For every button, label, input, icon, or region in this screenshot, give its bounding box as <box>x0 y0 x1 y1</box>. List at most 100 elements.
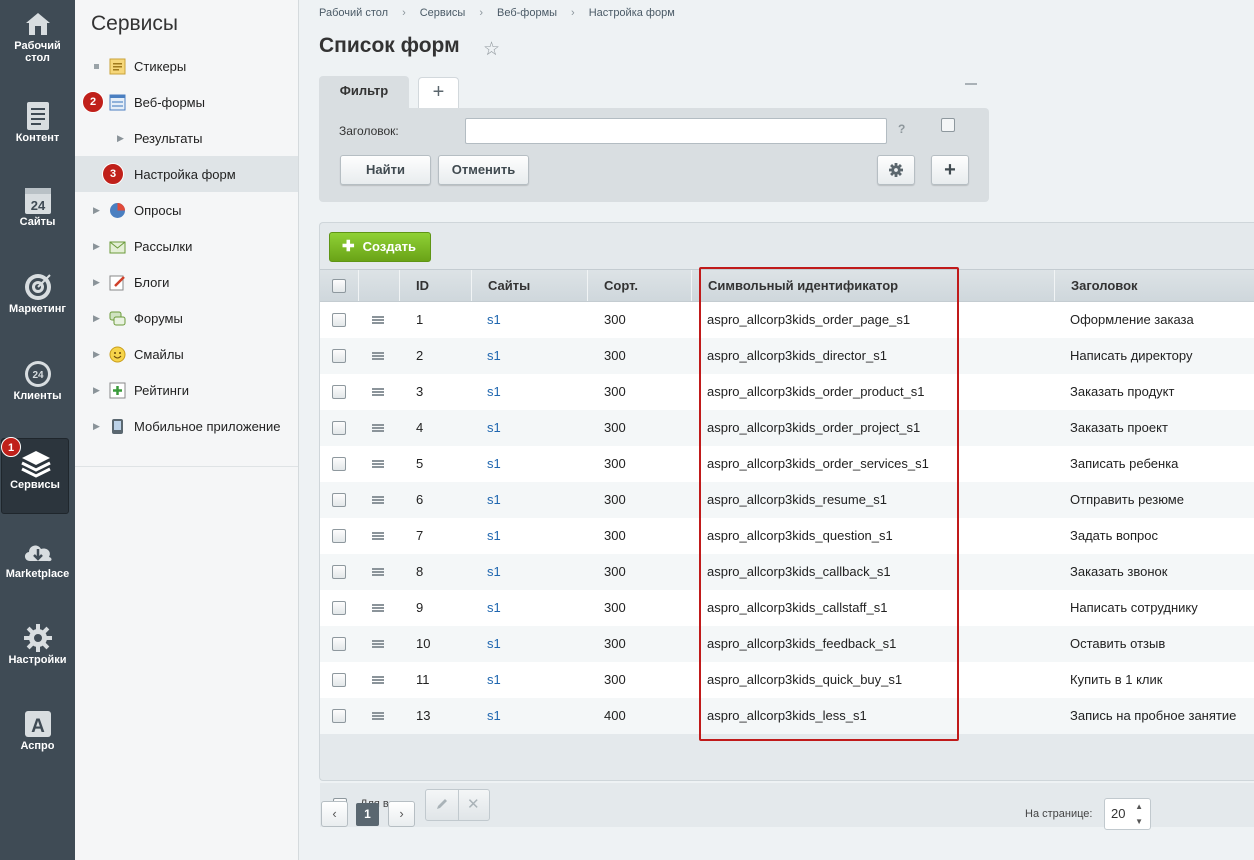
header-sort[interactable]: Сорт. <box>588 270 692 301</box>
favorite-star-icon[interactable]: ☆ <box>483 38 500 61</box>
row-menu-icon[interactable] <box>372 352 384 360</box>
row-menu-icon[interactable] <box>372 388 384 396</box>
submenu-item-webforms[interactable]: 2 Веб-формы <box>75 84 298 120</box>
expand-arrow-icon[interactable]: ▶ <box>93 277 100 288</box>
title-filter-input[interactable] <box>465 118 887 144</box>
expand-arrow-icon[interactable]: ▶ <box>93 385 100 396</box>
row-menu-icon[interactable] <box>372 640 384 648</box>
current-page[interactable]: 1 <box>356 803 379 826</box>
expand-arrow-icon[interactable]: ▶ <box>93 349 100 360</box>
submenu-item-form-settings[interactable]: 3 Настройка форм <box>75 156 298 192</box>
cell-site-link[interactable]: s1 <box>487 662 501 698</box>
row-checkbox[interactable] <box>332 529 346 543</box>
nav-marketplace[interactable]: Marketplace <box>0 528 75 606</box>
breadcrumb-current[interactable]: Настройка форм <box>589 7 675 19</box>
nav-aspro[interactable]: A Аспро <box>0 700 75 778</box>
table-row[interactable]: 11 s1 300 aspro_allcorp3kids_quick_buy_s1 Ку… <box>320 662 1254 698</box>
table-row[interactable]: 6 s1 300 aspro_allcorp3kids_resume_s1 Отправ… <box>320 482 1254 518</box>
submenu-item-ratings[interactable]: ▶ Рейтинги <box>75 372 298 408</box>
row-menu-icon[interactable] <box>372 496 384 504</box>
nav-desktop[interactable]: Рабочий стол <box>0 0 75 78</box>
submenu-item-blogs[interactable]: ▶ Блоги <box>75 264 298 300</box>
header-id[interactable]: ID <box>400 270 472 301</box>
cell-site-link[interactable]: s1 <box>487 338 501 374</box>
per-page-select[interactable]: 20 ▲ ▼ <box>1104 798 1151 830</box>
table-row[interactable]: 4 s1 300 aspro_allcorp3kids_order_project_s… <box>320 410 1254 446</box>
header-sites[interactable]: Сайты <box>472 270 588 301</box>
row-menu-icon[interactable] <box>372 712 384 720</box>
table-row[interactable]: 10 s1 300 aspro_allcorp3kids_feedback_s1 Ост… <box>320 626 1254 662</box>
header-code[interactable]: Символьный идентификатор <box>692 270 1055 301</box>
cell-site-link[interactable]: s1 <box>487 698 501 734</box>
cell-site-link[interactable]: s1 <box>487 626 501 662</box>
expand-arrow-icon[interactable]: ▶ <box>93 313 100 324</box>
submenu-item-polls[interactable]: ▶ Опросы <box>75 192 298 228</box>
row-checkbox[interactable] <box>332 673 346 687</box>
submenu-item-smileys[interactable]: ▶ Смайлы <box>75 336 298 372</box>
next-page-button[interactable]: › <box>388 801 415 827</box>
cell-site-link[interactable]: s1 <box>487 590 501 626</box>
row-checkbox[interactable] <box>332 709 346 723</box>
cell-site-link[interactable]: s1 <box>487 482 501 518</box>
create-button[interactable]: ✚ Создать <box>329 232 431 262</box>
header-select-all[interactable] <box>320 270 359 301</box>
submenu-item-stickers[interactable]: Стикеры <box>75 48 298 84</box>
header-title[interactable]: Заголовок <box>1055 270 1254 301</box>
cell-site-link[interactable]: s1 <box>487 410 501 446</box>
row-checkbox[interactable] <box>332 349 346 363</box>
submenu-item-results[interactable]: ▶ Результаты <box>75 120 298 156</box>
row-menu-icon[interactable] <box>372 424 384 432</box>
filter-field-checkbox[interactable] <box>941 118 955 132</box>
cancel-button[interactable]: Отменить <box>438 155 529 185</box>
edit-button[interactable] <box>435 797 449 814</box>
add-filter-tab-button[interactable]: + <box>418 77 459 108</box>
expand-arrow-icon[interactable]: ▶ <box>117 133 124 144</box>
row-checkbox[interactable] <box>332 385 346 399</box>
breadcrumb-link[interactable]: Сервисы <box>420 7 466 19</box>
row-menu-icon[interactable] <box>372 460 384 468</box>
expand-arrow-icon[interactable]: ▶ <box>93 241 100 252</box>
submenu-item-mobile-app[interactable]: ▶ Мобильное приложение <box>75 408 298 444</box>
row-checkbox[interactable] <box>332 313 346 327</box>
nav-settings[interactable]: Настройки <box>0 614 75 692</box>
nav-clients[interactable]: 24 Клиенты <box>0 350 75 428</box>
table-row[interactable]: 2 s1 300 aspro_allcorp3kids_director_s1 Напи… <box>320 338 1254 374</box>
table-row[interactable]: 3 s1 300 aspro_allcorp3kids_order_product_s… <box>320 374 1254 410</box>
row-menu-icon[interactable] <box>372 676 384 684</box>
expand-arrow-icon[interactable]: ▶ <box>93 205 100 216</box>
submenu-item-mailings[interactable]: ▶ Рассылки <box>75 228 298 264</box>
add-filter-field-button[interactable]: + <box>931 155 969 185</box>
cell-site-link[interactable]: s1 <box>487 374 501 410</box>
table-row[interactable]: 7 s1 300 aspro_allcorp3kids_question_s1 Зада… <box>320 518 1254 554</box>
row-checkbox[interactable] <box>332 565 346 579</box>
cell-site-link[interactable]: s1 <box>487 554 501 590</box>
cell-site-link[interactable]: s1 <box>487 302 501 338</box>
table-row[interactable]: 1 s1 300 aspro_allcorp3kids_order_page_s1 Оф… <box>320 302 1254 338</box>
prev-page-button[interactable]: ‹ <box>321 801 348 827</box>
cell-site-link[interactable]: s1 <box>487 518 501 554</box>
table-row[interactable]: 13 s1 400 aspro_allcorp3kids_less_s1 Запись … <box>320 698 1254 734</box>
submenu-item-forums[interactable]: ▶ Форумы <box>75 300 298 336</box>
row-checkbox[interactable] <box>332 457 346 471</box>
row-menu-icon[interactable] <box>372 532 384 540</box>
row-menu-icon[interactable] <box>372 604 384 612</box>
tab-filter[interactable]: Фильтр <box>319 76 409 108</box>
collapse-filter-icon[interactable] <box>965 83 977 85</box>
delete-button[interactable]: ✕ <box>467 795 480 813</box>
row-checkbox[interactable] <box>332 493 346 507</box>
select-all-checkbox[interactable] <box>332 279 346 293</box>
table-row[interactable]: 8 s1 300 aspro_allcorp3kids_callback_s1 Зака… <box>320 554 1254 590</box>
row-menu-icon[interactable] <box>372 568 384 576</box>
row-checkbox[interactable] <box>332 637 346 651</box>
cell-site-link[interactable]: s1 <box>487 446 501 482</box>
nav-content[interactable]: Контент <box>0 92 75 170</box>
find-button[interactable]: Найти <box>340 155 431 185</box>
row-menu-icon[interactable] <box>372 316 384 324</box>
row-checkbox[interactable] <box>332 601 346 615</box>
nav-marketing[interactable]: Маркетинг <box>0 263 75 341</box>
expand-arrow-icon[interactable]: ▶ <box>93 421 100 432</box>
breadcrumb-link[interactable]: Рабочий стол <box>319 7 388 19</box>
table-row[interactable]: 5 s1 300 aspro_allcorp3kids_order_services_… <box>320 446 1254 482</box>
row-checkbox[interactable] <box>332 421 346 435</box>
nav-sites[interactable]: 24 Сайты <box>0 176 75 254</box>
